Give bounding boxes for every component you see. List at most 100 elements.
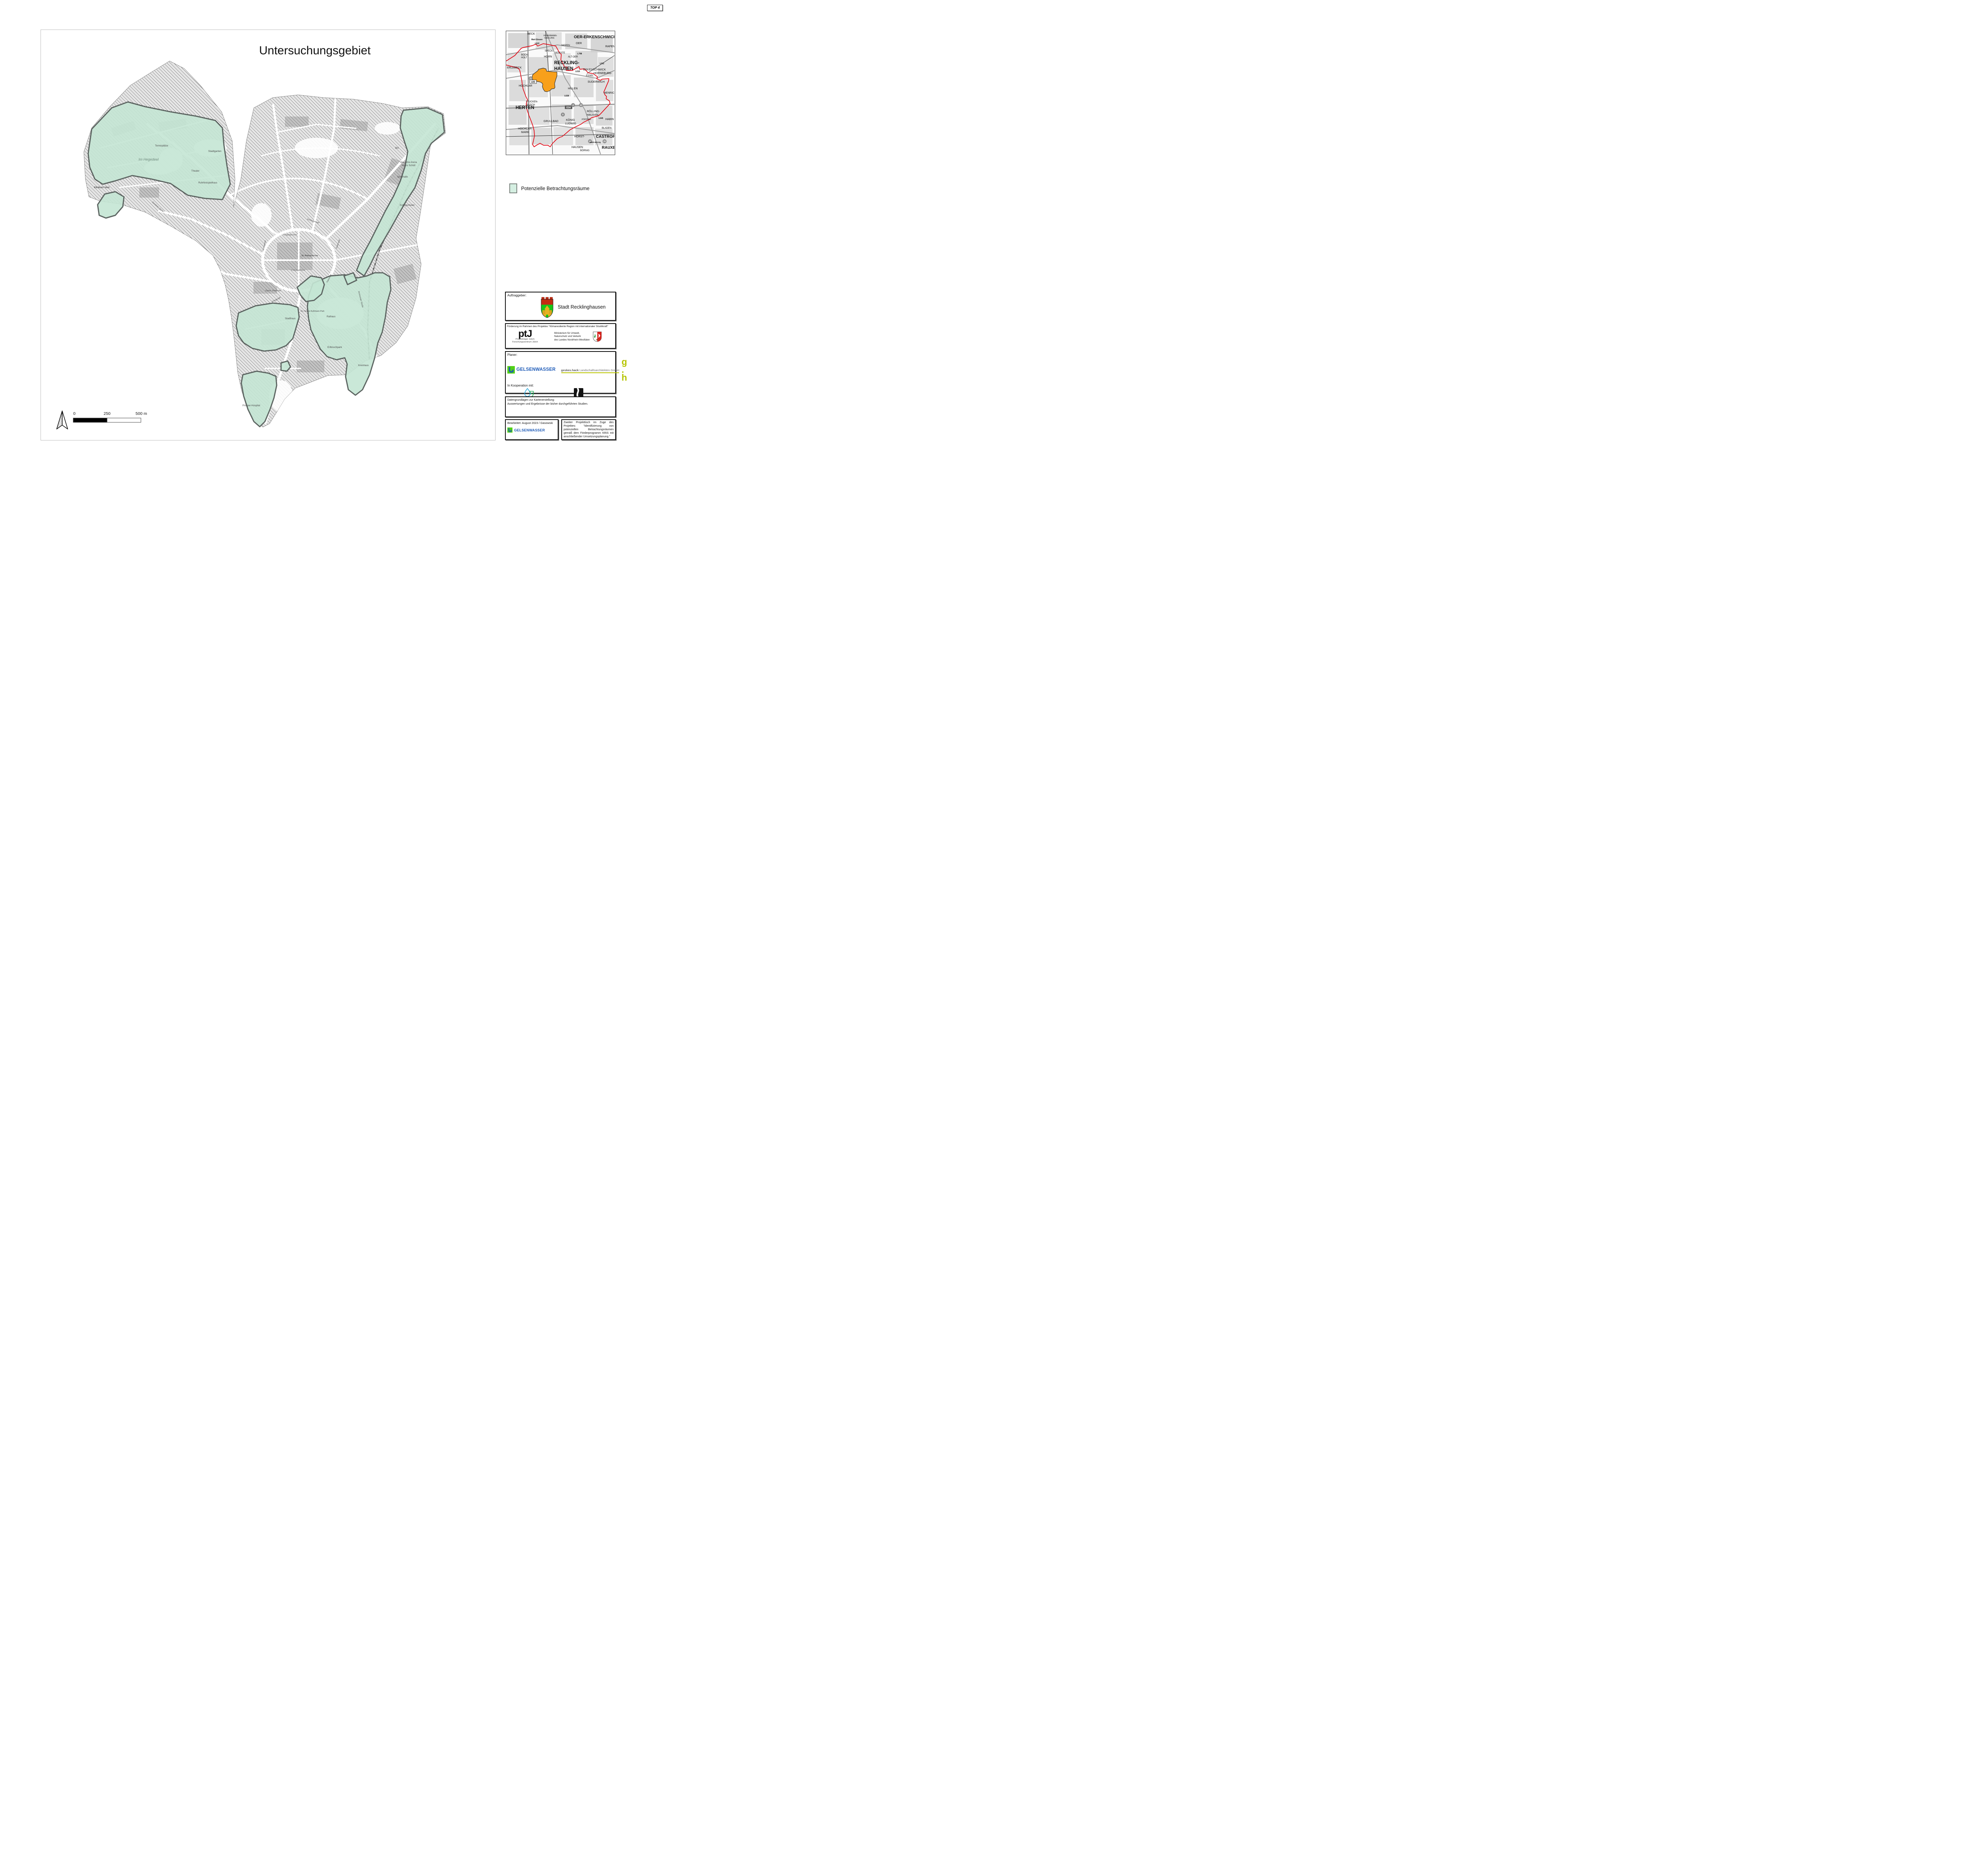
svg-text:Theater: Theater (191, 170, 200, 172)
auftraggeber-value: Stadt Recklinghausen (558, 304, 606, 310)
gelsenwasser-icon (507, 427, 512, 433)
svg-text:BECK: BECK (527, 33, 535, 35)
svg-text:STUCKEN-: STUCKEN- (526, 101, 538, 103)
svg-text:ERKENSCHWICK: ERKENSCHWICK (583, 68, 606, 71)
svg-text:BÖRNIG: BÖRNIG (580, 149, 590, 152)
svg-text:Kollegschulen: Kollegschulen (400, 204, 414, 207)
svg-text:HAUSEN: HAUSEN (572, 146, 583, 149)
svg-text:CASTROP: CASTROP (596, 135, 614, 139)
svg-text:HORNEBURG: HORNEBURG (594, 72, 612, 75)
svg-text:Prosper-Hospital: Prosper-Hospital (242, 405, 260, 407)
svg-text:RÖLLING-: RÖLLING- (587, 110, 600, 113)
svg-text:2: 2 (572, 104, 573, 107)
svg-text:HAUSEN: HAUSEN (587, 114, 598, 117)
bearbeitet-box: Bearbeitet: August 2023 / Gasowski GELSE… (505, 419, 559, 440)
svg-text:Sporthalle: Sporthalle (397, 176, 408, 178)
svg-text:KÖNIG: KÖNIG (566, 118, 575, 122)
svg-text:SPECK-: SPECK- (545, 50, 553, 52)
svg-text:LUDWIG: LUDWIG (565, 122, 576, 125)
svg-text:HOCHLAR: HOCHLAR (519, 85, 532, 87)
svg-text:250: 250 (104, 411, 111, 416)
svg-text:11: 11 (529, 78, 532, 80)
auftraggeber-label: Auftraggeber: (507, 294, 614, 297)
svg-text:Fußgängerzone: Fußgängerzone (291, 269, 305, 272)
projekttisch-text: Zweiter Projekttisch im Zuge des Projekt… (564, 421, 614, 438)
svg-text:500 m: 500 m (135, 411, 147, 416)
svg-text:RAPEN: RAPEN (605, 45, 614, 48)
svg-text:HOLT: HOLT (521, 57, 527, 59)
svg-text:Erlbruchpark: Erlbruchpark (327, 346, 342, 349)
svg-text:HABIN: HABIN (605, 118, 614, 121)
svg-text:9: 9 (562, 114, 563, 116)
svg-text:Tennisplätze: Tennisplätze (155, 145, 168, 147)
svg-text:25: 25 (603, 141, 606, 143)
svg-text:MARK: MARK (521, 131, 529, 134)
daten-line1: Datengrundlagen zur Kartenerstellung: (507, 398, 614, 402)
svg-text:L511: L511 (600, 63, 604, 65)
svg-text:St.-Petrus-Kirche: St.-Petrus-Kirche (301, 255, 318, 257)
projekttisch-box: Zweiter Projekttisch im Zuge des Projekt… (561, 419, 616, 440)
svg-text:Ruhrfestspielhaus: Ruhrfestspielhaus (198, 182, 217, 184)
recklinghausen-coat-of-arms-icon (540, 297, 554, 318)
svg-text:GRULLBAD: GRULLBAD (544, 120, 559, 123)
svg-text:ERLEBECK: ERLEBECK (507, 67, 522, 69)
svg-text:Stadthaus: Stadthaus (285, 318, 296, 320)
svg-text:OER-ERKENSCHWICK: OER-ERKENSCHWICK (574, 35, 614, 39)
svg-text:ALT-OER: ALT-OER (568, 56, 578, 58)
svg-text:E34: E34 (566, 107, 571, 109)
north-arrow-icon (55, 410, 70, 430)
geskes-hack-logo: geskes.hack Landschaftsarchitekten GmbH (561, 366, 620, 373)
nrw-coat-of-arms-icon (593, 331, 602, 342)
svg-text:L610: L610 (575, 70, 580, 73)
svg-text:L522: L522 (535, 43, 540, 45)
planer-box: Planer: GELSENWASSER geskes.hack Landsch… (505, 351, 616, 394)
svg-text:0: 0 (73, 411, 76, 416)
svg-text:Fußgängerzone: Fußgängerzone (283, 234, 297, 236)
svg-text:Kreishaus: Kreishaus (358, 364, 369, 367)
svg-text:HAUSEN: HAUSEN (554, 67, 573, 71)
svg-text:PÖPPING-: PÖPPING- (582, 118, 592, 121)
svg-text:Vestische Arena: Vestische Arena (400, 161, 417, 164)
ptj-caption-2: Forschungszentrum Jülich (507, 341, 543, 344)
svg-text:Rathaus: Rathaus (327, 316, 335, 318)
svg-text:HORST-: HORST- (574, 135, 585, 138)
svg-text:Bhf: Bhf (395, 147, 399, 150)
overview-inset-map: 225 E34 2109 242511 OER-ERKENSCHWICK REC… (506, 31, 615, 155)
kooperation-label: In Kooperation mit: (507, 384, 614, 387)
svg-text:BLADEN-: BLADEN- (602, 127, 612, 130)
svg-text:HENRIC: HENRIC (604, 92, 614, 94)
gelsenwasser-wordmark: GELSENWASSER (514, 428, 545, 432)
svg-text:Im Hegedeel: Im Hegedeel (139, 157, 159, 161)
svg-text:Alfons Schütt: Alfons Schütt (401, 165, 416, 167)
svg-text:L645: L645 (599, 117, 603, 120)
svg-text:SIEDLUNG: SIEDLUNG (544, 37, 555, 39)
main-map-panel: Im Hegedeel Stadtgarten Tennisplätze The… (41, 30, 496, 440)
foerderung-title: Förderung im Rahmen des Projektes "Klima… (507, 325, 614, 328)
svg-text:BOCK-: BOCK- (521, 54, 529, 56)
svg-text:OER: OER (576, 42, 582, 45)
legend-label: Potenzielle Betrachtungsräume (521, 186, 590, 191)
datengrundlagen-box: Datengrundlagen zur Kartenerstellung: Au… (505, 396, 616, 417)
svg-text:225: 225 (531, 81, 535, 83)
legend-swatch (509, 183, 517, 193)
bearbeitet-text: Bearbeitet: August 2023 / Gasowski (507, 421, 556, 425)
ministerium-text: Ministerium für Umwelt, Naturschutz und … (554, 332, 590, 342)
svg-text:10: 10 (580, 104, 582, 107)
svg-text:Gymn. Petrinum: Gymn. Petrinum (265, 290, 281, 292)
svg-text:SIEPEN: SIEPEN (561, 44, 570, 47)
ptj-mark: ptJ (507, 329, 543, 338)
svg-text:Dr.-Helene-Kuhlmann-Park: Dr.-Helene-Kuhlmann-Park (301, 310, 325, 313)
svg-text:RECKLING-: RECKLING- (554, 61, 579, 65)
svg-text:HER-Börnig: HER-Börnig (590, 141, 601, 144)
main-map: Im Hegedeel Stadtgarten Tennisplätze The… (41, 30, 494, 438)
city-fabric: Im Hegedeel Stadtgarten Tennisplätze The… (84, 61, 446, 427)
svg-text:BÖRSTE: BÖRSTE (555, 52, 565, 54)
auftraggeber-box: Auftraggeber: Stadt Recklinghausen (505, 292, 616, 321)
svg-text:HOCHLAR-: HOCHLAR- (518, 128, 533, 130)
foerderung-box: Förderung im Rahmen des Projektes "Klima… (505, 323, 616, 349)
map-sheet: Im Hegedeel Stadtgarten Tennisplätze The… (0, 0, 663, 469)
page-title: Untersuchungsgebiet (244, 44, 386, 57)
svg-text:ESSEL: ESSEL (586, 75, 594, 77)
svg-text:L798: L798 (577, 53, 582, 55)
svg-text:Stadtgarten: Stadtgarten (208, 150, 222, 153)
